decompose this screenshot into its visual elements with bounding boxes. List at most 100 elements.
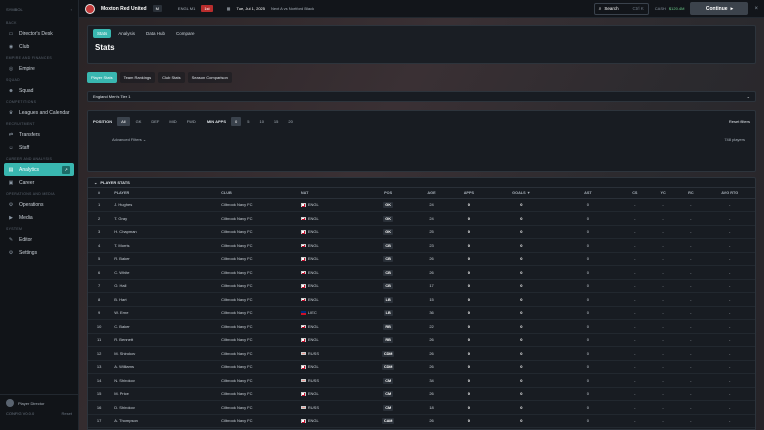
player-name[interactable]: R. Bennett [110, 333, 222, 347]
column-header-nat[interactable]: NAT [300, 188, 364, 199]
sidebar-item-media[interactable]: ▶ Media [0, 211, 78, 224]
table-section-header[interactable]: ⌄ PLAYER STATS [88, 178, 755, 188]
column-header-avgrtg[interactable]: AVG RTG [704, 188, 755, 199]
sidebar-item-staff[interactable]: ☺ Staff [0, 141, 78, 154]
cell: - [620, 387, 649, 401]
subtab-team-rankings[interactable]: Team Rankings [119, 72, 156, 83]
open-external-icon[interactable]: ↗ [62, 165, 70, 174]
subtab-club-stats[interactable]: Club Stats [158, 72, 185, 83]
table-row[interactable]: 1 J. Hughes Cilbrook Navy FC ENGL GK 24 0 0 0- - -… [88, 198, 755, 212]
column-header-yc[interactable]: YC [648, 188, 678, 199]
player-name[interactable]: H. Chapman [110, 225, 222, 239]
player-name[interactable]: M. Shirokov [110, 346, 222, 361]
club-logo[interactable] [85, 3, 95, 14]
position-filter-gk[interactable]: GK [132, 117, 146, 126]
column-header-cs[interactable]: CS [620, 188, 649, 199]
position-filter-def[interactable]: DEF [147, 117, 163, 126]
subtab-player-stats[interactable]: Player Stats [87, 72, 117, 83]
position-filter-mid[interactable]: MID [165, 117, 180, 126]
continue-button[interactable]: Continue ▸ [690, 2, 749, 15]
player-name[interactable]: T. Gray [110, 211, 222, 226]
player-name[interactable]: D. Shirokov [110, 400, 222, 415]
sidebar-item-transfers[interactable]: ⇄ Transfers [0, 128, 78, 141]
cell: 0 [450, 265, 488, 280]
column-header-ast[interactable]: AST [555, 188, 621, 199]
table-row[interactable]: 7 O. Hall Cilbrook Navy FC ENGL CB 17 0 0 0- - - - [88, 279, 755, 293]
cell: 9 [88, 306, 111, 320]
sidebar-item-career[interactable]: ▣ Career [0, 176, 78, 189]
table-row[interactable]: 17 A. Thompson Cilbrook Navy FC ENGL CAM 26 0 0… [88, 414, 755, 428]
player-name[interactable]: B. Hart [110, 292, 222, 307]
column-header-goals[interactable]: GOALS ▼ [487, 188, 556, 199]
sidebar-item-leagues-and-calendar[interactable]: ♛ Leagues and Calendar [0, 106, 78, 119]
min-apps-filter-15[interactable]: 15 [270, 117, 282, 126]
sidebar-item-settings[interactable]: ⚙ Settings [0, 246, 78, 259]
table-row[interactable]: 14 N. Shirokov Cilbrook Navy FC RUSS CM 34 0 0 0… [88, 373, 755, 388]
column-header-#[interactable]: # [88, 188, 111, 199]
player-name[interactable]: C. Baker [110, 319, 222, 334]
table-row[interactable]: 4 T. Morris Cilbrook Navy FC ENGL CB 23 0 0 0- - -… [88, 238, 755, 253]
table-row[interactable]: 2 T. Gray Cilbrook Navy FC ENGL GK 24 0 0 0- - - - [88, 211, 755, 226]
min-apps-filter-0[interactable]: 0 [231, 117, 242, 126]
sidebar-item-squad[interactable]: ☻ Squad [0, 84, 78, 97]
table-row[interactable]: 5 R. Baker Cilbrook Navy FC ENGL CB 26 0 0 0- - - - [88, 252, 755, 266]
position-filter-fwd[interactable]: FWD [183, 117, 200, 126]
search-button[interactable]: ⌕ Search Ctrl K [593, 2, 649, 15]
club-name[interactable]: Moxton Red United [101, 6, 147, 12]
column-header-pos[interactable]: POS [363, 188, 413, 199]
column-header-rc[interactable]: RC [677, 188, 705, 199]
table-row[interactable]: 13 A. Williams Cilbrook Navy FC ENGL CDM 26 0 0… [88, 360, 755, 374]
flag-icon [300, 338, 306, 342]
position-filter-all[interactable]: All [117, 117, 130, 126]
player-name[interactable]: A. Thompson [110, 414, 222, 428]
table-row[interactable]: 16 D. Shirokov Cilbrook Navy FC RUSS CM 18 0 0 0… [88, 400, 755, 415]
player-name[interactable]: J. Hughes [110, 198, 222, 212]
player-name[interactable]: C. White [110, 265, 222, 280]
player-name[interactable]: M. Price [110, 387, 222, 401]
cell: - [648, 238, 678, 253]
advanced-filters-toggle[interactable]: Advanced Filters ⌄ [112, 137, 146, 142]
close-icon[interactable]: × [754, 6, 758, 12]
player-name[interactable]: N. Shirokov [110, 373, 222, 388]
sidebar-item-club[interactable]: ◉ Club [0, 40, 78, 53]
sidebar-item-director-s-desk[interactable]: ▭ Director's Desk [0, 27, 78, 40]
column-header-player[interactable]: PLAYER [110, 188, 222, 199]
tab-data-hub[interactable]: Data Hub [142, 29, 169, 38]
table-row[interactable]: 9 W. Erne Cilbrook Navy FC LIEC LB 36 0 0 0- - - - [88, 306, 755, 320]
column-header-club[interactable]: CLUB [221, 188, 301, 199]
tab-compare[interactable]: Compare [172, 29, 199, 38]
column-header-apps[interactable]: APPS [450, 188, 488, 199]
min-apps-filter-20[interactable]: 20 [284, 117, 296, 126]
player-name[interactable]: W. Erne [110, 306, 222, 320]
sidebar-item-operations[interactable]: ⚙ Operations [0, 198, 78, 211]
player-name[interactable]: O. Hall [110, 279, 222, 293]
tab-analysis[interactable]: Analysis [114, 29, 139, 38]
table-row[interactable]: 3 H. Chapman Cilbrook Navy FC ENGL GK 25 0 0 0- -… [88, 225, 755, 239]
column-header-age[interactable]: AGE [412, 188, 451, 199]
sidebar-item-analytics[interactable]: ▤ Analytics ↗ [4, 163, 74, 176]
player-name[interactable]: T. Morris [110, 238, 222, 253]
table-row[interactable]: 10 C. Baker Cilbrook Navy FC ENGL RB 22 0 0 0- - -… [88, 319, 755, 334]
tab-stats[interactable]: Stats [93, 28, 112, 38]
reset-button[interactable]: Reset [62, 411, 72, 416]
sidebar-item-editor[interactable]: ✎ Editor [0, 233, 78, 246]
table-row[interactable]: 8 B. Hart Cilbrook Navy FC ENGL LB 15 0 0 0- - - - [88, 292, 755, 307]
chart-icon: ▤ [8, 166, 14, 173]
table-row[interactable]: 15 M. Price Cilbrook Navy FC ENGL CM 26 0 0 0- - -… [88, 387, 755, 401]
reset-filters-button[interactable]: Reset filters [729, 119, 750, 124]
next-match[interactable]: Next A vs Nortford Black [271, 6, 314, 11]
sidebar-item-empire[interactable]: ◎ Empire [0, 62, 78, 75]
league-select[interactable]: England Men's Tier 1 ⌄ [87, 91, 756, 102]
table-row[interactable]: 11 R. Bennett Cilbrook Navy FC ENGL RB 26 0 0 0-… [88, 333, 755, 347]
subtab-season-comparison[interactable]: Season Comparison [187, 72, 232, 83]
user-profile[interactable]: Player Director [0, 395, 78, 411]
table-row[interactable]: 12 M. Shirokov Cilbrook Navy FC RUSS CDM 26 0 0… [88, 346, 755, 361]
min-apps-filter-5[interactable]: 5 [243, 117, 253, 126]
collapse-icon[interactable]: ‹ [71, 7, 72, 12]
player-name[interactable]: A. Williams [110, 360, 222, 374]
cell: 0 [487, 225, 556, 239]
player-name[interactable]: R. Baker [110, 252, 222, 266]
flag-icon [300, 365, 306, 369]
min-apps-filter-10[interactable]: 10 [255, 117, 267, 126]
table-row[interactable]: 6 C. White Cilbrook Navy FC ENGL CB 26 0 0 0- - - - [88, 265, 755, 280]
